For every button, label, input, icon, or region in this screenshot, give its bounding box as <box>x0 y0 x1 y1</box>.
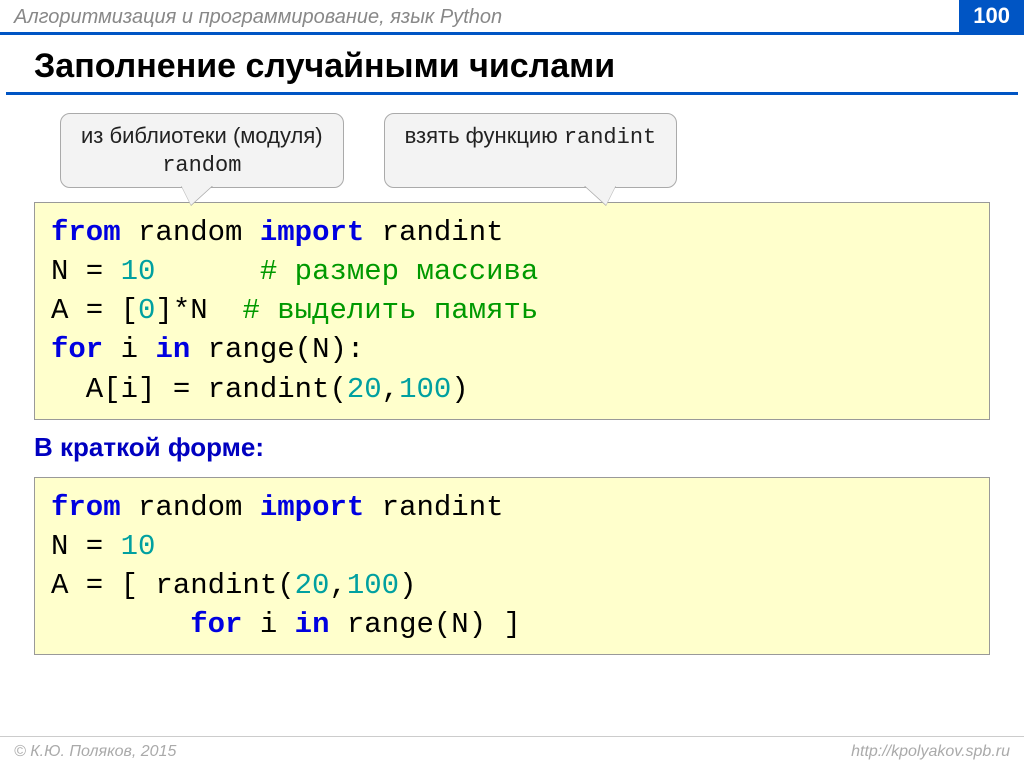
header-subject: Алгоритмизация и программирование, язык … <box>14 6 502 29</box>
page-number: 100 <box>959 0 1024 32</box>
header-bar: Алгоритмизация и программирование, язык … <box>0 0 1024 35</box>
subheading-short-form: В краткой форме: <box>0 432 1024 463</box>
footer-url: http://kpolyakov.spb.ru <box>851 743 1010 761</box>
callout-library: из библиотеки (модуля) random <box>60 113 344 188</box>
footer-copyright: © К.Ю. Поляков, 2015 <box>14 743 176 761</box>
page-title: Заполнение случайными числами <box>0 35 1024 92</box>
callout-function: взять функцию randint <box>384 113 678 188</box>
callout-right-prefix: взять функцию <box>405 123 564 148</box>
code-block-1: from random import randint N = 10 # разм… <box>34 202 990 420</box>
title-underline <box>6 92 1018 95</box>
callout-left-line2: random <box>162 153 241 178</box>
callouts-row: из библиотеки (модуля) random взять функ… <box>0 113 1024 188</box>
footer-bar: © К.Ю. Поляков, 2015 http://kpolyakov.sp… <box>0 736 1024 767</box>
callout-tail-icon <box>181 185 213 205</box>
code-block-2: from random import randint N = 10 A = [ … <box>34 477 990 656</box>
callout-tail-icon <box>584 185 616 205</box>
callout-left-line1: из библиотеки (модуля) <box>81 123 323 148</box>
callout-right-mono: randint <box>564 125 656 150</box>
